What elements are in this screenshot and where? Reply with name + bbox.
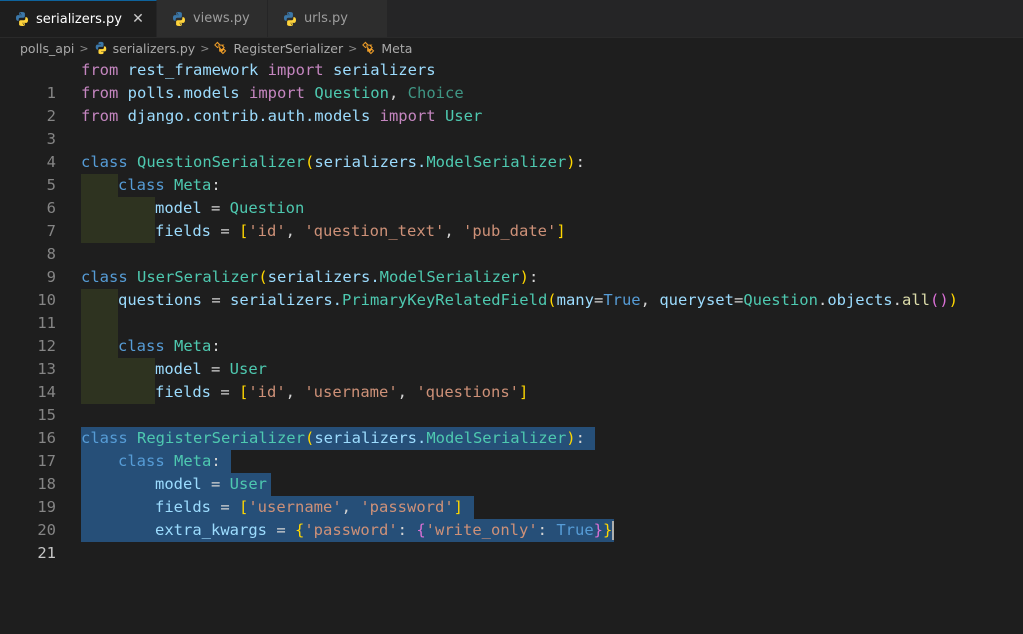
chevron-right-icon: >	[79, 41, 89, 55]
code-line[interactable]: 7 model = Question	[0, 197, 1023, 240]
code-line-selected[interactable]: 19 model = User	[0, 473, 1023, 516]
code-line-selected[interactable]: 20 fields = ['username', 'password']	[0, 496, 1023, 539]
code-line[interactable]: 9	[0, 243, 1023, 286]
tab-views[interactable]: views.py	[156, 0, 268, 37]
code-line[interactable]: 8 fields = ['id', 'question_text', 'pub_…	[0, 220, 1023, 263]
breadcrumb-class[interactable]: RegisterSerializer	[233, 41, 343, 56]
breadcrumb-member[interactable]: Meta	[381, 41, 412, 56]
code-line[interactable]: 1 from rest_framework import serializers	[0, 59, 1023, 102]
code-line[interactable]: 4	[0, 128, 1023, 171]
code-line[interactable]: 11 questions = serializers.PrimaryKeyRel…	[0, 289, 1023, 332]
code-line[interactable]: 2 from polls.models import Question, Cho…	[0, 82, 1023, 125]
text-cursor	[612, 521, 615, 540]
code-line[interactable]: 10 class UserSeralizer(serializers.Model…	[0, 266, 1023, 309]
tab-label: urls.py	[303, 11, 348, 26]
tab-label: views.py	[192, 11, 250, 26]
code-line[interactable]: 12	[0, 312, 1023, 355]
code-line[interactable]: 13 class Meta:	[0, 335, 1023, 378]
code-line-selected[interactable]: 18 class Meta:	[0, 450, 1023, 493]
class-symbol-icon	[214, 41, 228, 55]
code-line-selected[interactable]: 17 class RegisterSerializer(serializers.…	[0, 427, 1023, 470]
code-line[interactable]: 3 from django.contrib.auth.models import…	[0, 105, 1023, 148]
code-line[interactable]: 5 class QuestionSerializer(serializers.M…	[0, 151, 1023, 194]
editor-tab-bar: serializers.py ✕ views.py urls.py	[0, 0, 1023, 38]
chevron-right-icon: >	[348, 41, 358, 55]
tab-urls[interactable]: urls.py	[267, 0, 388, 37]
python-file-icon	[14, 11, 30, 27]
python-file-icon	[94, 41, 108, 55]
code-line[interactable]: 6 class Meta:	[0, 174, 1023, 217]
python-file-icon	[282, 11, 298, 27]
breadcrumb-file[interactable]: serializers.py	[113, 41, 196, 56]
code-line[interactable]: 16	[0, 404, 1023, 447]
code-editor[interactable]: 1 from rest_framework import serializers…	[0, 59, 1023, 601]
code-line[interactable]: 15 fields = ['id', 'username', 'question…	[0, 381, 1023, 424]
breadcrumb-folder[interactable]: polls_api	[20, 41, 74, 56]
line-number: 21	[37, 544, 56, 562]
tab-label: serializers.py	[36, 11, 122, 27]
breadcrumb: polls_api > serializers.py > RegisterSer…	[0, 37, 1023, 59]
close-icon[interactable]: ✕	[130, 11, 146, 27]
chevron-right-icon: >	[200, 41, 210, 55]
class-symbol-icon	[362, 41, 376, 55]
code-line[interactable]: 14 model = User	[0, 358, 1023, 401]
python-file-icon	[171, 11, 187, 27]
code-line-current[interactable]: 21 extra_kwargs = {'password': {'write_o…	[0, 519, 1023, 562]
tab-serializers[interactable]: serializers.py ✕	[0, 0, 157, 37]
